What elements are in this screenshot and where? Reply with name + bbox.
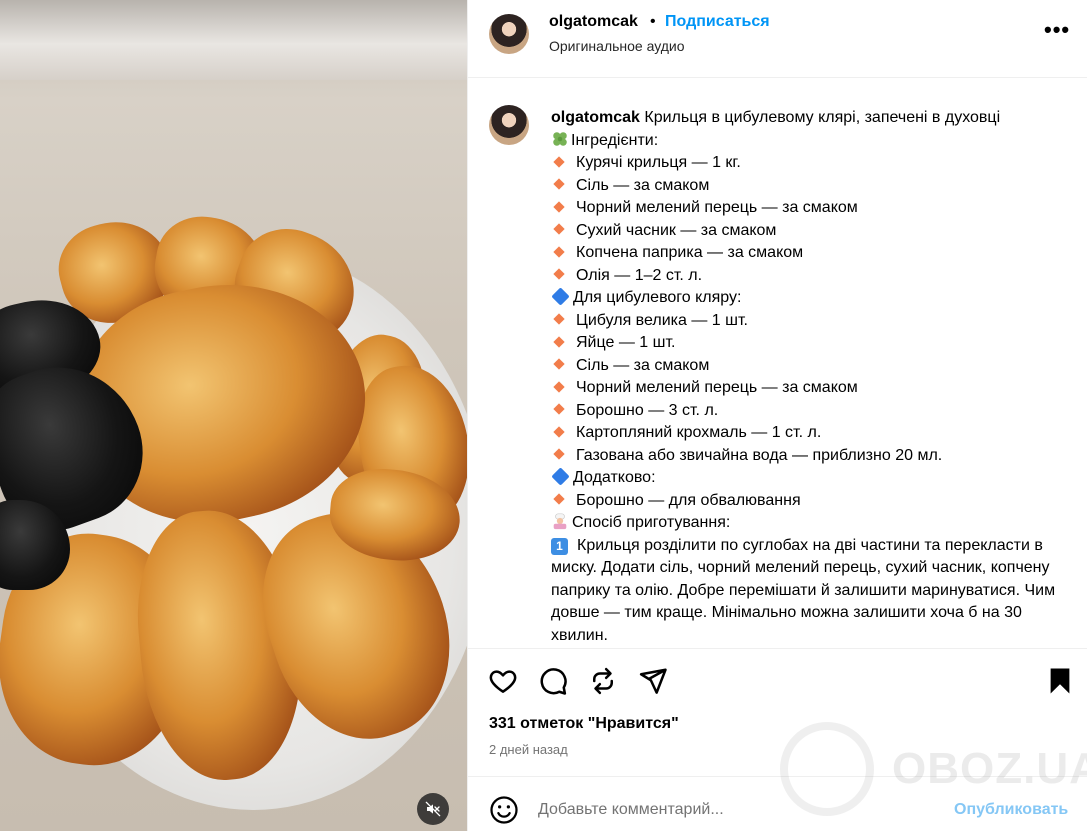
ingredients-heading: Інгредієнти: xyxy=(551,130,1071,153)
item-text: Яйце — 1 шт. xyxy=(576,334,676,351)
orange-diamond-icon xyxy=(553,156,565,168)
orange-diamond-icon xyxy=(553,358,565,370)
blue-diamond-icon xyxy=(551,467,570,486)
send-icon[interactable] xyxy=(638,666,668,696)
heading-text: Спосіб приготування: xyxy=(572,514,731,531)
post-header: olgatomcak • Подписаться Оригинальное ау… xyxy=(468,0,1087,78)
step-body: Крильця розділити по суглобах на дві час… xyxy=(551,536,1056,644)
avatar[interactable] xyxy=(489,14,529,54)
item-text: Сіль — за смаком xyxy=(576,176,710,194)
smiley-icon[interactable] xyxy=(489,795,519,825)
action-bar xyxy=(468,648,1087,714)
list-item: Сіль — за смаком xyxy=(551,355,1071,378)
like-count[interactable]: 331 отметок "Нравится" xyxy=(489,715,679,733)
item-text: Сіль — за смаком xyxy=(576,356,710,374)
list-item: Борошно — 3 ст. л. xyxy=(551,400,1071,423)
item-text: Картопляний крохмаль — 1 ст. л. xyxy=(576,424,822,441)
author-username[interactable]: olgatomcak xyxy=(549,13,638,31)
item-text: Сухий часник — за смаком xyxy=(576,221,777,239)
list-item: Газована або звичайна вода — приблизно 2… xyxy=(551,445,1071,468)
orange-diamond-icon xyxy=(553,201,565,213)
orange-diamond-icon xyxy=(553,246,565,258)
item-text: Чорний мелений перець — за смаком xyxy=(576,199,858,216)
orange-diamond-icon xyxy=(553,381,565,393)
orange-diamond-icon xyxy=(553,178,565,190)
cook-icon xyxy=(553,513,567,530)
avatar[interactable] xyxy=(489,105,529,145)
orange-diamond-icon xyxy=(553,223,565,235)
post-details-panel: olgatomcak • Подписаться Оригинальное ау… xyxy=(467,0,1087,831)
list-item: Сухий часник — за смаком xyxy=(551,220,1071,243)
list-item: Копчена паприка — за смаком xyxy=(551,242,1071,265)
list-item: Олія — 1–2 ст. л. xyxy=(551,265,1071,288)
item-text: Газована або звичайна вода — приблизно 2… xyxy=(576,446,943,464)
heading-text: Інгредієнти: xyxy=(571,131,659,149)
step-text: 1 Крильця розділити по суглобах на дві ча… xyxy=(551,535,1071,648)
bookmark-icon[interactable] xyxy=(1045,666,1075,696)
orange-diamond-icon xyxy=(553,493,565,505)
comment-bar: Опубликовать xyxy=(468,776,1087,831)
caption-title: Крильця в цибулевому клярі, запечені в д… xyxy=(644,109,1001,126)
comment-icon[interactable] xyxy=(538,666,568,696)
keycap-one-icon: 1 xyxy=(551,537,568,555)
caption-scroll-area[interactable]: olgatomcak Крильця в цибулевому клярі, з… xyxy=(468,78,1087,648)
repost-icon[interactable] xyxy=(588,666,618,696)
mute-button[interactable] xyxy=(417,793,449,825)
orange-diamond-icon xyxy=(553,403,565,415)
speaker-muted-icon xyxy=(425,801,441,817)
separator-dot: • xyxy=(650,13,656,30)
audio-label[interactable]: Оригинальное аудио xyxy=(549,38,685,54)
list-item: Курячі крильця — 1 кг. xyxy=(551,152,1071,175)
follow-button[interactable]: Подписаться xyxy=(665,13,770,31)
heart-icon[interactable] xyxy=(488,666,518,696)
extra-heading: Додатково: xyxy=(551,467,1071,490)
orange-diamond-icon xyxy=(553,313,565,325)
publish-button[interactable]: Опубликовать xyxy=(954,801,1068,819)
orange-diamond-icon xyxy=(553,448,565,460)
item-text: Цибуля велика — 1 шт. xyxy=(576,311,748,329)
list-item: Яйце — 1 шт. xyxy=(551,332,1071,355)
item-text: Курячі крильця — 1 кг. xyxy=(576,154,741,171)
item-text: Борошно — 3 ст. л. xyxy=(576,401,719,419)
item-text: Олія — 1–2 ст. л. xyxy=(576,266,703,284)
background-wall xyxy=(0,0,467,80)
list-item: Сіль — за смаком xyxy=(551,175,1071,198)
heading-text: Для цибулевого кляру: xyxy=(573,289,742,306)
caption-username[interactable]: olgatomcak xyxy=(551,109,640,126)
list-item: Чорний мелений перець — за смаком xyxy=(551,197,1071,220)
orange-diamond-icon xyxy=(553,268,565,280)
post-timestamp[interactable]: 2 дней назад xyxy=(489,742,568,757)
list-item: Чорний мелений перець — за смаком xyxy=(551,377,1071,400)
list-item: Цибуля велика — 1 шт. xyxy=(551,310,1071,333)
item-text: Чорний мелений перець — за смаком xyxy=(576,379,858,396)
orange-diamond-icon xyxy=(553,426,565,438)
blue-diamond-icon xyxy=(551,287,570,306)
heading-text: Додатково: xyxy=(573,469,656,486)
method-heading: Спосіб приготування: xyxy=(551,512,1071,535)
more-options-icon[interactable]: ••• xyxy=(1044,19,1069,46)
clover-icon xyxy=(553,131,567,146)
orange-diamond-icon xyxy=(553,336,565,348)
list-item: Картопляний крохмаль — 1 ст. л. xyxy=(551,422,1071,445)
caption-text: olgatomcak Крильця в цибулевому клярі, з… xyxy=(551,107,1071,647)
item-text: Копчена паприка — за смаком xyxy=(576,244,804,261)
list-item: Борошно — для обвалювання xyxy=(551,490,1071,513)
batter-heading: Для цибулевого кляру: xyxy=(551,287,1071,310)
item-text: Борошно — для обвалювання xyxy=(576,491,801,509)
comment-input[interactable] xyxy=(538,797,938,823)
post-video[interactable] xyxy=(0,0,467,831)
